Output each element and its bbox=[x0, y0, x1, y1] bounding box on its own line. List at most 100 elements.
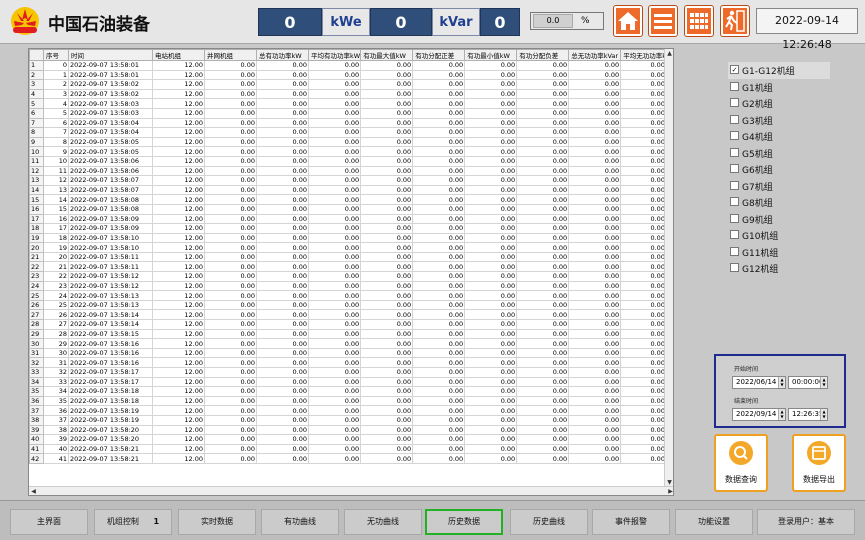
table-row[interactable]: 1 0 2022-09-07 13:58:01 12.00 0.00 0.00 0.00 0.… bbox=[29, 60, 667, 71]
table-row[interactable]: 38 37 2022-09-07 13:58:19 12.00 0.00 0.00 0.00… bbox=[29, 414, 667, 426]
checkbox-icon[interactable] bbox=[730, 98, 739, 107]
table-row[interactable]: 15 14 2022-09-07 13:58:08 12.00 0.00 0.00 0.00… bbox=[29, 194, 667, 205]
nav-alarm[interactable]: 事件报警 bbox=[592, 509, 670, 535]
unit-checkbox-item[interactable]: ✓ G1-G12机组 bbox=[728, 62, 830, 79]
spinner-icon[interactable]: ▲ ▼ bbox=[820, 377, 827, 388]
nav-reactive-curve[interactable]: 无功曲线 bbox=[344, 509, 422, 535]
checkbox-icon[interactable] bbox=[730, 246, 739, 256]
table-row[interactable]: 33 32 2022-09-07 13:58:17 12.00 0.00 0.00 0.00… bbox=[29, 367, 667, 378]
checkbox-icon[interactable] bbox=[730, 197, 739, 206]
table-row[interactable]: 17 16 2022-09-07 13:58:09 12.00 0.00 0.00 0.00… bbox=[29, 213, 667, 225]
table-row[interactable]: 40 39 2022-09-07 13:58:20 12.00 0.00 0.00 0.00… bbox=[29, 434, 667, 445]
spinner-icon[interactable]: ▲ ▼ bbox=[778, 377, 785, 388]
table-row[interactable]: 41 40 2022-09-07 13:58:21 12.00 0.00 0.00 0.00… bbox=[29, 443, 667, 455]
scroll-up-icon[interactable]: ▲ bbox=[665, 49, 673, 58]
column-header[interactable]: 序号 bbox=[43, 49, 69, 61]
table-row[interactable]: 29 28 2022-09-07 13:58:15 12.00 0.00 0.00 0.00… bbox=[29, 328, 667, 340]
column-header[interactable]: 有功分配正差 bbox=[412, 49, 466, 61]
table-row[interactable]: 26 25 2022-09-07 13:58:13 12.00 0.00 0.00 0.00… bbox=[29, 299, 667, 311]
table-row[interactable]: 21 20 2022-09-07 13:58:11 12.00 0.00 0.00 0.00… bbox=[29, 251, 667, 263]
table-row[interactable]: 3 2 2022-09-07 13:58:02 12.00 0.00 0.00 0.00 0.… bbox=[29, 79, 667, 90]
table-row[interactable]: 2 1 2022-09-07 13:58:01 12.00 0.00 0.00 0.00 0.… bbox=[29, 69, 667, 81]
end-time-field[interactable]: 12:26:35 ▲ ▼ bbox=[788, 408, 828, 421]
table-row[interactable]: 36 35 2022-09-07 13:58:18 12.00 0.00 0.00 0.00… bbox=[29, 395, 667, 407]
checkbox-icon[interactable] bbox=[730, 164, 739, 173]
checkbox-icon[interactable] bbox=[730, 213, 739, 223]
table-row[interactable]: 28 27 2022-09-07 13:58:14 12.00 0.00 0.00 0.00… bbox=[29, 319, 667, 330]
checkbox-icon[interactable] bbox=[730, 263, 739, 272]
menu-button[interactable] bbox=[648, 5, 678, 37]
column-header[interactable]: 并网机组 bbox=[204, 49, 257, 61]
table-row[interactable]: 18 17 2022-09-07 13:58:09 12.00 0.00 0.00 0.00… bbox=[29, 223, 667, 234]
table-row[interactable]: 12 11 2022-09-07 13:58:06 12.00 0.00 0.00 0.00… bbox=[29, 165, 667, 177]
nav-history-data[interactable]: 历史数据 bbox=[425, 509, 503, 535]
nav-settings[interactable]: 功能设置 bbox=[675, 509, 753, 535]
spinner-icon[interactable]: ▲ ▼ bbox=[820, 409, 827, 420]
nav-history-curve[interactable]: 历史曲线 bbox=[510, 509, 588, 535]
nav-realtime[interactable]: 实时数据 bbox=[178, 509, 256, 535]
column-header[interactable]: 有功最大值kW bbox=[360, 49, 414, 61]
column-header[interactable]: 时间 bbox=[68, 49, 153, 61]
nav-login[interactable]: 登录用户：基本 bbox=[757, 509, 855, 535]
table-row[interactable]: 30 29 2022-09-07 13:58:16 12.00 0.00 0.00 0.00… bbox=[29, 338, 667, 349]
table-row[interactable]: 16 15 2022-09-07 13:58:08 12.00 0.00 0.00 0.00… bbox=[29, 203, 667, 215]
unit-checkbox-item[interactable]: G12机组 bbox=[728, 260, 830, 277]
table-row[interactable]: 37 36 2022-09-07 13:58:19 12.00 0.00 0.00 0.00… bbox=[29, 405, 667, 416]
column-header[interactable]: 总无功功率kVar bbox=[568, 49, 622, 61]
table-row[interactable]: 32 31 2022-09-07 13:58:16 12.00 0.00 0.00 0.00… bbox=[29, 357, 667, 368]
column-header[interactable]: 平均无功功率k bbox=[620, 49, 667, 61]
horizontal-scrollbar[interactable]: ◀ ▶ bbox=[29, 486, 673, 495]
column-header[interactable]: 平均有功功率kW bbox=[307, 49, 362, 61]
table-row[interactable]: 22 21 2022-09-07 13:58:11 12.00 0.00 0.00 0.00… bbox=[29, 261, 667, 273]
table-row[interactable]: 31 30 2022-09-07 13:58:16 12.00 0.00 0.00 0.00… bbox=[29, 347, 667, 359]
unit-checkbox-item[interactable]: G2机组 bbox=[728, 95, 830, 112]
checkbox-icon[interactable] bbox=[730, 114, 739, 124]
unit-checkbox-item[interactable]: G9机组 bbox=[728, 211, 830, 228]
scroll-right-icon[interactable]: ▶ bbox=[666, 487, 673, 495]
table-row[interactable]: 19 18 2022-09-07 13:58:10 12.00 0.00 0.00 0.00… bbox=[29, 232, 667, 244]
table-row[interactable]: 7 6 2022-09-07 13:58:04 12.00 0.00 0.00 0.00 0.… bbox=[29, 117, 667, 129]
table-row[interactable]: 35 34 2022-09-07 13:58:18 12.00 0.00 0.00 0.00… bbox=[29, 386, 667, 397]
table-row[interactable]: 11 10 2022-09-07 13:58:06 12.00 0.00 0.00 0.00… bbox=[29, 155, 667, 167]
table-row[interactable]: 24 23 2022-09-07 13:58:12 12.00 0.00 0.00 0.00… bbox=[29, 280, 667, 292]
unit-checkbox-item[interactable]: G7机组 bbox=[728, 178, 830, 195]
table-row[interactable]: 10 9 2022-09-07 13:58:05 12.00 0.00 0.00 0.00 0… bbox=[29, 146, 667, 157]
table-row[interactable]: 4 3 2022-09-07 13:58:02 12.00 0.00 0.00 0.00 0.… bbox=[29, 88, 667, 100]
column-header[interactable]: 总有功功率kW bbox=[256, 49, 309, 61]
checkbox-icon[interactable] bbox=[730, 230, 739, 239]
unit-checkbox-item[interactable]: G6机组 bbox=[728, 161, 830, 178]
table-row[interactable]: 6 5 2022-09-07 13:58:03 12.00 0.00 0.00 0.00 0.… bbox=[29, 107, 667, 119]
table-row[interactable]: 25 24 2022-09-07 13:58:13 12.00 0.00 0.00 0.00… bbox=[29, 290, 667, 301]
table-row[interactable]: 42 41 2022-09-07 13:58:21 12.00 0.00 0.00 0.00… bbox=[29, 453, 667, 464]
table-row[interactable]: 5 4 2022-09-07 13:58:03 12.00 0.00 0.00 0.00 0.… bbox=[29, 98, 667, 109]
table-row[interactable]: 9 8 2022-09-07 13:58:05 12.00 0.00 0.00 0.00 0.… bbox=[29, 136, 667, 148]
unit-checkbox-item[interactable]: G3机组 bbox=[728, 112, 830, 129]
vertical-scrollbar[interactable]: ▲ ▼ bbox=[664, 49, 673, 487]
unit-checkbox-item[interactable]: G8机组 bbox=[728, 194, 830, 211]
table-row[interactable]: 34 33 2022-09-07 13:58:17 12.00 0.00 0.00 0.00… bbox=[29, 376, 667, 388]
history-data-table[interactable]: 序号 时间 电站机组 并网机组 总有功功率kW 平均有功功率kW 有功最大值kW… bbox=[28, 48, 674, 496]
start-date-field[interactable]: 2022/06/14 ▲ ▼ bbox=[732, 376, 786, 389]
table-row[interactable]: 8 7 2022-09-07 13:58:04 12.00 0.00 0.00 0.00 0.… bbox=[29, 127, 667, 138]
unit-checkbox-item[interactable]: G5机组 bbox=[728, 145, 830, 162]
table-row[interactable]: 27 26 2022-09-07 13:58:14 12.00 0.00 0.00 0.00… bbox=[29, 309, 667, 321]
unit-checkbox-item[interactable]: G10机组 bbox=[728, 227, 830, 244]
checkbox-icon[interactable] bbox=[730, 147, 739, 157]
export-button[interactable]: 数据导出 bbox=[792, 434, 846, 492]
unit-checkbox-item[interactable]: G1机组 bbox=[728, 79, 830, 96]
scroll-left-icon[interactable]: ◀ bbox=[29, 487, 38, 495]
unit-checkbox-item[interactable]: G4机组 bbox=[728, 128, 830, 145]
end-date-field[interactable]: 2022/09/14 ▲ ▼ bbox=[732, 408, 786, 421]
exit-button[interactable] bbox=[720, 5, 750, 37]
table-row[interactable]: 14 13 2022-09-07 13:58:07 12.00 0.00 0.00 0.00… bbox=[29, 184, 667, 196]
nav-unit-control[interactable]: 机组控制 1 bbox=[94, 509, 172, 535]
home-button[interactable] bbox=[613, 5, 643, 37]
nav-active-curve[interactable]: 有功曲线 bbox=[261, 509, 339, 535]
start-time-field[interactable]: 00:00:00 ▲ ▼ bbox=[788, 376, 828, 389]
checkbox-icon[interactable]: ✓ bbox=[730, 65, 739, 74]
table-row[interactable]: 39 38 2022-09-07 13:58:20 12.00 0.00 0.00 0.00… bbox=[29, 424, 667, 436]
checkbox-icon[interactable] bbox=[730, 131, 739, 140]
checkbox-icon[interactable] bbox=[730, 180, 739, 190]
table-row[interactable]: 23 22 2022-09-07 13:58:12 12.00 0.00 0.00 0.00… bbox=[29, 271, 667, 282]
grid-button[interactable] bbox=[684, 5, 714, 37]
